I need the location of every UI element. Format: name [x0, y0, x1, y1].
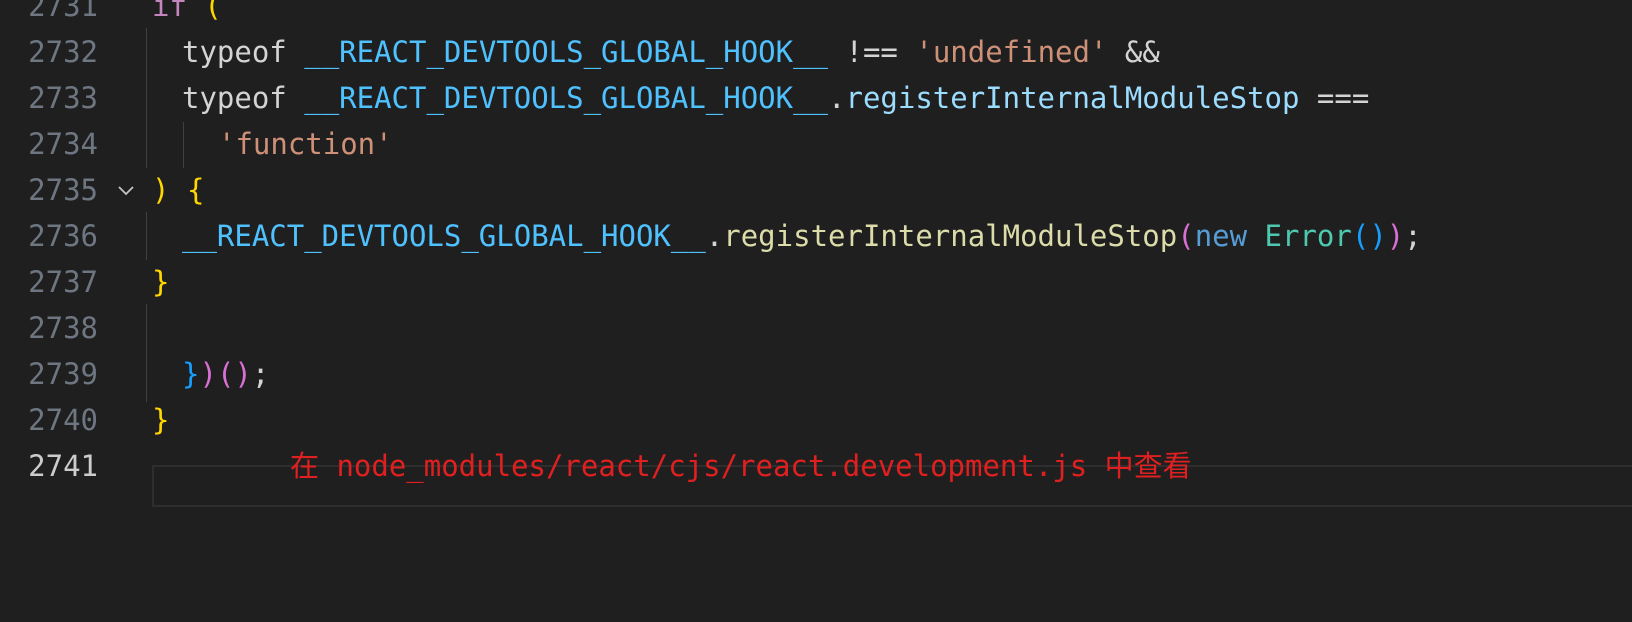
code-line: 2731 if ( — [0, 0, 1632, 30]
token: typeof — [182, 81, 287, 115]
line-code[interactable]: typeof __REACT_DEVTOOLS_GLOBAL_HOOK__.re… — [182, 74, 1369, 122]
token: ) — [1386, 219, 1405, 253]
token: ( — [1177, 219, 1195, 253]
code-line: 2735 ) { — [0, 166, 1632, 214]
line-code[interactable]: typeof __REACT_DEVTOOLS_GLOBAL_HOOK__ !=… — [182, 28, 1160, 76]
token: ) — [152, 173, 170, 207]
token: ( — [204, 0, 222, 23]
token: ) — [199, 357, 217, 391]
line-number: 2736 — [28, 219, 98, 253]
token: . — [828, 81, 846, 115]
token: __REACT_DEVTOOLS_GLOBAL_HOOK__ — [304, 35, 829, 69]
code-line-current: 2741 在 node_modules/react/cjs/react.deve… — [0, 442, 1632, 490]
line-number: 2740 — [28, 403, 98, 437]
token: === — [1316, 81, 1370, 115]
code-line: 2734 'function' — [0, 120, 1632, 168]
line-number: 2732 — [28, 35, 98, 69]
token: { — [186, 173, 205, 207]
line-number: 2741 — [28, 449, 98, 483]
code-line: 2738 — [0, 304, 1632, 352]
line-code[interactable]: } — [152, 396, 169, 444]
token: . — [705, 219, 724, 253]
token: new — [1194, 219, 1248, 253]
line-number: 2733 — [28, 81, 98, 115]
token: } — [152, 403, 170, 437]
line-code[interactable]: } — [152, 258, 169, 306]
token: ; — [1404, 219, 1422, 253]
code-line: 2737 } — [0, 258, 1632, 306]
token: if — [152, 0, 187, 23]
code-line: 2736 __REACT_DEVTOOLS_GLOBAL_HOOK__.regi… — [0, 212, 1632, 260]
token: __REACT_DEVTOOLS_GLOBAL_HOOK__ — [304, 81, 829, 115]
line-number: 2735 — [28, 173, 98, 207]
chevron-down-icon[interactable] — [116, 166, 136, 214]
token: Error — [1264, 219, 1352, 253]
code-line: 2732 typeof __REACT_DEVTOOLS_GLOBAL_HOOK… — [0, 28, 1632, 76]
token: 'function' — [218, 127, 393, 161]
code-line: 2739 })(); — [0, 350, 1632, 398]
line-code[interactable]: __REACT_DEVTOOLS_GLOBAL_HOOK__.registerI… — [182, 212, 1422, 260]
code-line: 2733 typeof __REACT_DEVTOOLS_GLOBAL_HOOK… — [0, 74, 1632, 122]
code-line: 2740 } — [0, 396, 1632, 444]
token: ; — [251, 357, 270, 391]
line-number: 2731 — [28, 0, 98, 23]
line-code[interactable]: ) { — [152, 166, 204, 214]
line-number: 2737 — [28, 265, 98, 299]
token: } — [182, 357, 200, 391]
token: ) — [234, 357, 252, 391]
token: ) — [1369, 219, 1387, 253]
line-number: 2739 — [28, 357, 98, 391]
token: !== — [845, 35, 898, 69]
code-editor[interactable]: 2731 if ( 2732 typeof __REACT_DEVTOOLS_G… — [0, 0, 1632, 622]
line-code[interactable]: if ( — [152, 0, 222, 30]
token: ( — [1351, 219, 1370, 253]
token: __REACT_DEVTOOLS_GLOBAL_HOOK__ — [182, 219, 706, 253]
token: && — [1124, 35, 1160, 69]
token: } — [152, 265, 170, 299]
line-code[interactable]: 'function' — [218, 120, 393, 168]
token: registerInternalModuleStop — [723, 219, 1178, 253]
source-location-annotation[interactable]: 在 node_modules/react/cjs/react.developme… — [290, 442, 1192, 490]
line-number: 2738 — [28, 311, 98, 345]
token: 'undefined' — [915, 35, 1108, 69]
token: registerInternalModuleStop — [845, 81, 1300, 115]
line-number: 2734 — [28, 127, 98, 161]
token: typeof — [182, 35, 287, 69]
token: ( — [216, 357, 235, 391]
line-code[interactable]: })(); — [182, 350, 269, 398]
